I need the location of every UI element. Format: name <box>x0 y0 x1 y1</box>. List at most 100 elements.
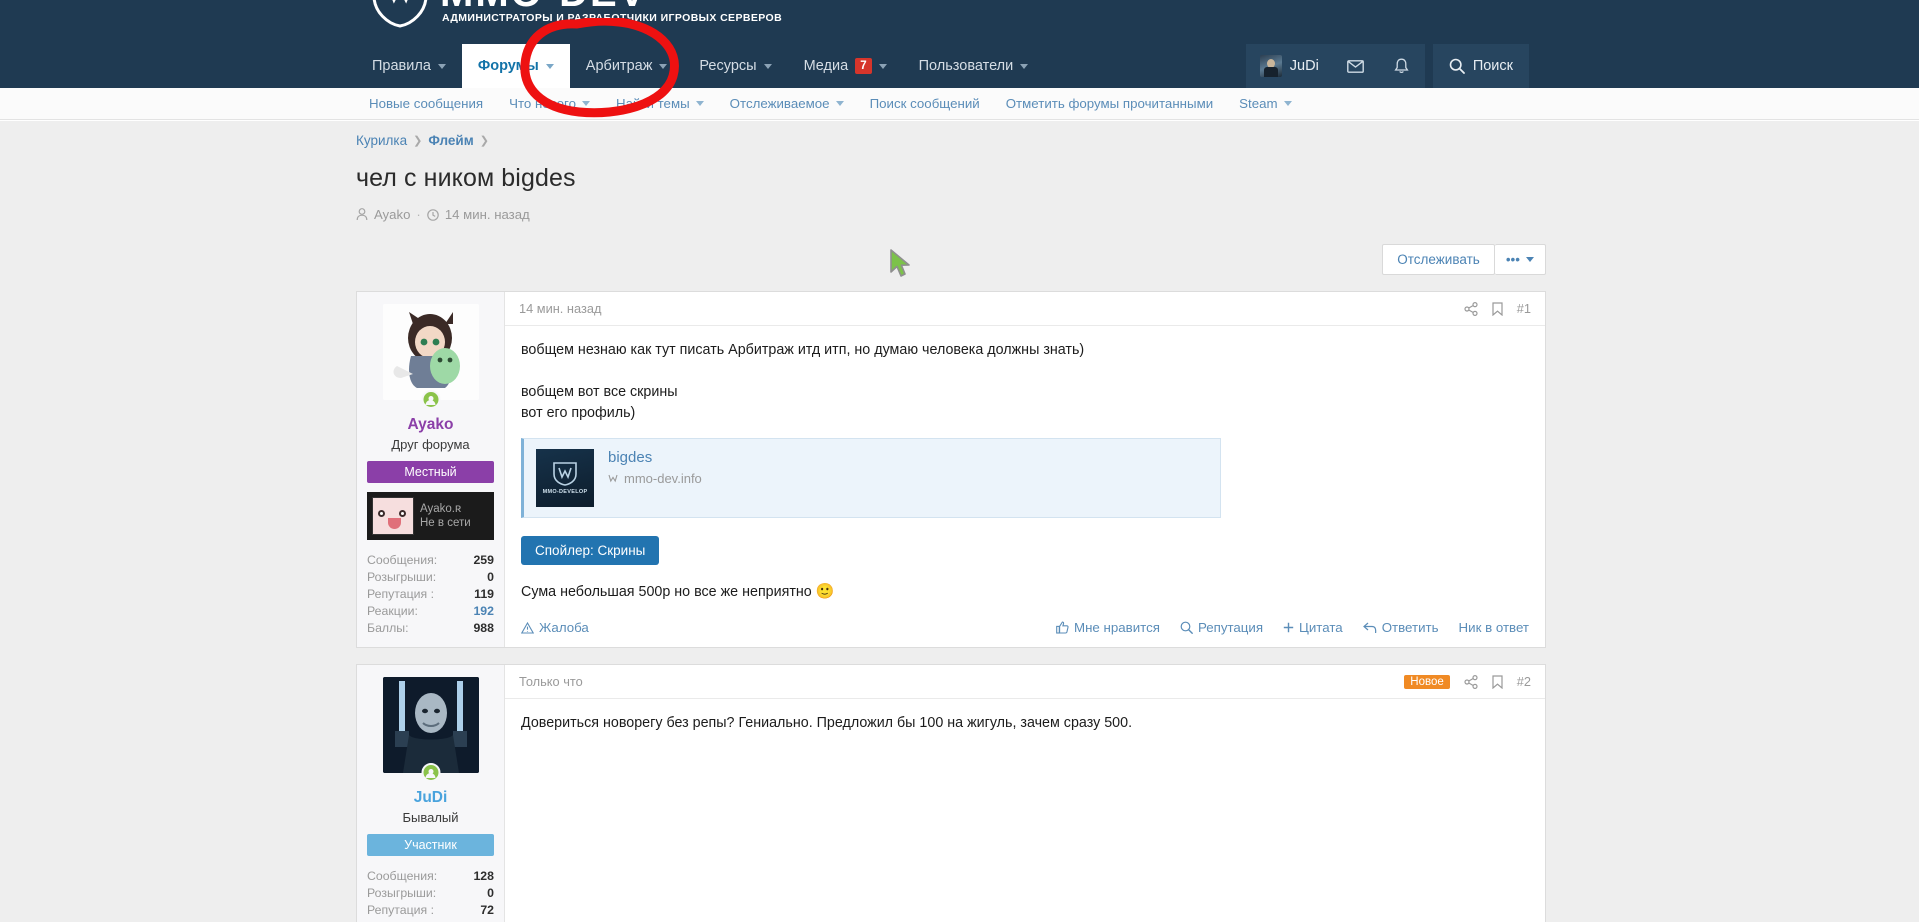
reply-arrow-icon <box>1362 622 1377 634</box>
nav-label: Медиа <box>803 58 849 74</box>
subnav-item-steam[interactable]: Steam <box>1226 96 1304 111</box>
bookmark-icon[interactable] <box>1492 674 1503 689</box>
breadcrumb: Курилка ❯ Флейм ❯ <box>356 133 1546 148</box>
subnav-item-new-posts[interactable]: Новые сообщения <box>356 96 496 111</box>
post-author-name[interactable]: JuDi <box>367 789 494 807</box>
inbox-icon[interactable] <box>1332 44 1379 88</box>
link-preview-card[interactable]: MMO-DEVELOP bigdes mmo-dev.info <box>521 438 1221 518</box>
subnav-item-watched[interactable]: Отслеживаемое <box>717 96 857 111</box>
nav-item-users[interactable]: Пользователи <box>903 44 1045 88</box>
post-number[interactable]: #1 <box>1517 301 1531 316</box>
thread-author[interactable]: Ayako <box>374 207 410 222</box>
post-author-title: Друг форума <box>391 437 470 452</box>
reply-with-mention-button[interactable]: Ник в ответ <box>1459 620 1529 635</box>
subnav-label: Отслеживаемое <box>729 96 830 111</box>
spoiler-toggle-button[interactable]: Спойлер: Скрины <box>521 536 660 565</box>
post-author-banner: Местный <box>367 461 494 483</box>
signature-name: Ayako.ʀ <box>420 503 462 515</box>
stat-label: Баллы: <box>367 621 409 635</box>
nav-item-media[interactable]: Медиа 7 <box>788 44 903 88</box>
stat-value: 0 <box>487 570 494 584</box>
bell-icon[interactable] <box>1378 44 1425 88</box>
post-timestamp[interactable]: Только что <box>519 674 583 689</box>
stat-row: Баллы: 988 <box>367 620 494 637</box>
chevron-down-icon <box>581 101 590 106</box>
watch-thread-button[interactable]: Отслеживать <box>1382 244 1495 275</box>
account-menu[interactable]: JuDi <box>1245 44 1333 88</box>
logo-wordmark: MMO-DEV <box>440 0 782 13</box>
subnav-item-search-posts[interactable]: Поиск сообщений <box>857 96 993 111</box>
stat-value: 119 <box>474 587 494 601</box>
post-header: 14 мин. назад #1 <box>505 292 1545 326</box>
post-closing-text: Сума небольшая 500р но все же неприятно <box>521 584 812 600</box>
subnav-item-mark-read[interactable]: Отметить форумы прочитанными <box>993 96 1226 111</box>
chevron-down-icon <box>835 101 844 106</box>
search-button[interactable]: Поиск <box>1432 44 1529 88</box>
stat-label: Репутация : <box>367 587 435 601</box>
subnav-label: Новые сообщения <box>369 96 484 111</box>
link-host-label: mmo-dev.info <box>624 471 702 486</box>
chevron-down-icon <box>1020 63 1029 69</box>
post-timestamp[interactable]: 14 мин. назад <box>519 301 601 316</box>
breadcrumb-item-flame[interactable]: Флейм <box>428 133 473 148</box>
like-button[interactable]: Мне нравится <box>1056 620 1160 635</box>
reply-label: Ответить <box>1381 620 1439 635</box>
smile-emoji-icon: 🙂 <box>815 583 835 600</box>
plus-icon <box>1283 622 1294 633</box>
breadcrumb-item-kurilka[interactable]: Курилка <box>356 133 407 148</box>
chevron-down-icon <box>1526 257 1534 262</box>
post-body: вобщем незнаю как тут писать Арбитраж ит… <box>505 326 1545 610</box>
stat-row: Сообщения: 259 <box>367 552 494 569</box>
subnav-label: Что нового <box>509 96 576 111</box>
subnav-label: Найти темы <box>615 96 690 111</box>
share-icon[interactable] <box>1464 301 1478 316</box>
stat-label: Розыгрыши: <box>367 570 437 584</box>
nav-item-rules[interactable]: Правила <box>356 44 462 88</box>
thread-more-menu[interactable]: ••• <box>1494 244 1546 275</box>
nav-item-forums[interactable]: Форумы <box>461 44 570 88</box>
post-item: JuDi Бывалый Участник Сообщения: 128 Роз… <box>356 664 1546 922</box>
chevron-down-icon <box>695 101 704 106</box>
nav-item-arbitrage[interactable]: Арбитраж <box>570 44 684 88</box>
subnav-item-find-threads[interactable]: Найти темы <box>603 96 717 111</box>
media-count-badge: 7 <box>855 58 872 74</box>
stat-row: Репутация : 119 <box>367 586 494 603</box>
avatar-image <box>382 304 479 400</box>
secondary-nav: Новые сообщения Что нового Найти темы От… <box>0 88 1919 120</box>
nav-item-resources[interactable]: Ресурсы <box>683 44 787 88</box>
post-author-title: Бывалый <box>402 810 459 825</box>
report-button[interactable]: Жалоба <box>521 620 589 635</box>
stat-value: 259 <box>473 553 494 567</box>
chevron-down-icon <box>437 63 446 69</box>
quote-button[interactable]: Цитата <box>1283 620 1343 635</box>
author-signature-card[interactable]: Ayako.ʀ Не в сети <box>367 492 494 540</box>
stat-row: Розыгрыши: 0 <box>367 569 494 586</box>
avatar[interactable] <box>382 677 479 782</box>
chevron-down-icon <box>878 63 887 69</box>
post-number[interactable]: #2 <box>1517 674 1531 689</box>
main-content: Курилка ❯ Флейм ❯ чел с ником bigdes Aya… <box>0 121 1919 922</box>
search-icon <box>1449 58 1465 74</box>
stat-value: 72 <box>480 903 494 917</box>
stat-label: Реакции: <box>367 604 418 618</box>
signature-status: Не в сети <box>420 517 471 529</box>
site-header: MMO-DEV АДМИНИСТРАТОРЫ И РАЗРАБОТЧИКИ ИГ… <box>0 0 1919 88</box>
bookmark-icon[interactable] <box>1492 301 1503 316</box>
avatar <box>1259 55 1282 77</box>
avatar[interactable] <box>382 304 479 409</box>
favicon-icon <box>608 474 618 484</box>
signature-thumbnail <box>372 497 414 535</box>
subnav-item-whats-new[interactable]: Что нового <box>496 96 603 111</box>
post-author-name[interactable]: Ayako <box>367 416 494 434</box>
stat-value[interactable]: 192 <box>473 603 494 620</box>
meta-separator: · <box>416 207 421 222</box>
chevron-down-icon <box>659 63 668 69</box>
link-preview-title[interactable]: bigdes <box>608 449 702 466</box>
reply-button[interactable]: Ответить <box>1362 620 1439 635</box>
share-icon[interactable] <box>1464 674 1478 689</box>
site-logo[interactable]: MMO-DEV АДМИНИСТРАТОРЫ И РАЗРАБОТЧИКИ ИГ… <box>370 0 782 28</box>
breadcrumb-separator: ❯ <box>413 135 423 147</box>
reputation-button[interactable]: Репутация <box>1180 620 1263 635</box>
warning-triangle-icon <box>521 621 534 634</box>
